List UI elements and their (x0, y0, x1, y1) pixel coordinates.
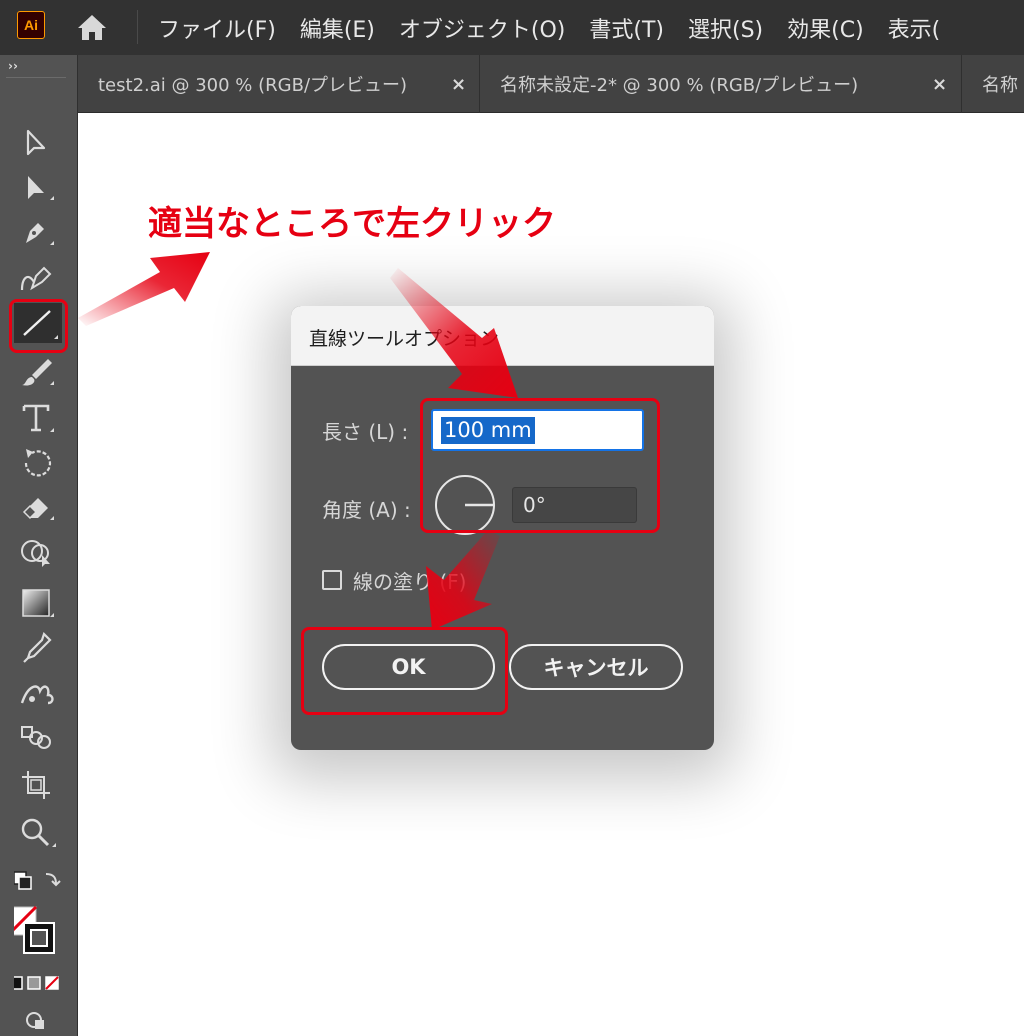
menu-items: ファイル(F) 編集(E) オブジェクト(O) 書式(T) 選択(S) 効果(C… (158, 0, 964, 55)
selection-tool-icon[interactable] (14, 123, 62, 163)
line-tool-highlight (9, 299, 68, 353)
gradient-tool-icon[interactable] (14, 583, 62, 623)
ok-button-highlight (301, 627, 508, 715)
menu-bar: Ai ファイル(F) 編集(E) オブジェクト(O) 書式(T) 選択(S) 効… (0, 0, 1024, 55)
home-icon[interactable] (76, 12, 108, 42)
tab-label: 名称未設定-2* @ 300 % (RGB/プレビュー) (500, 75, 859, 96)
draw-mode-icon[interactable] (14, 1007, 62, 1033)
eyedropper-tool-icon[interactable] (14, 628, 62, 668)
type-tool-icon[interactable] (14, 398, 62, 438)
menu-divider (137, 10, 138, 44)
color-mode-icons[interactable] (14, 973, 62, 995)
rotate-tool-icon[interactable] (14, 443, 62, 483)
angle-label: 角度 (A) : (322, 498, 411, 522)
dialog-title: 直線ツールオプション (309, 328, 500, 350)
menu-edit[interactable]: 編集(E) (300, 12, 375, 44)
menu-select[interactable]: 選択(S) (688, 12, 763, 44)
paintbrush-tool-icon[interactable] (14, 353, 62, 393)
collapse-panel-icon[interactable]: ›› (8, 59, 18, 73)
tab-untitled-2[interactable]: 名称未設定-2* @ 300 % (RGB/プレビュー) × (480, 55, 962, 113)
eraser-tool-icon[interactable] (14, 488, 62, 528)
panel-divider (6, 77, 66, 78)
tab-label: test2.ai @ 300 % (RGB/プレビュー) (98, 75, 408, 96)
fill-stroke-swatch-icon[interactable] (14, 903, 62, 965)
fill-line-checkbox[interactable] (322, 570, 342, 590)
zoom-tool-icon[interactable] (14, 813, 62, 853)
curvature-tool-icon[interactable] (14, 258, 62, 298)
menu-effect[interactable]: 効果(C) (787, 12, 864, 44)
tab-label: 名称 (982, 75, 1018, 96)
tools-panel: ›› (0, 55, 78, 1036)
pen-tool-icon[interactable] (14, 213, 62, 253)
blend-tool-icon[interactable] (14, 718, 62, 758)
annotation-instruction: 適当なところで左クリック (148, 204, 556, 244)
menu-object[interactable]: オブジェクト(O) (399, 12, 565, 44)
cancel-button[interactable]: キャンセル (509, 644, 683, 690)
menu-type[interactable]: 書式(T) (589, 12, 664, 44)
menu-view[interactable]: 表示( (888, 12, 941, 44)
fields-highlight (420, 398, 660, 533)
default-fill-stroke-icon[interactable] (14, 868, 62, 908)
artboard-tool-icon[interactable] (14, 765, 62, 805)
tab-test2[interactable]: test2.ai @ 300 % (RGB/プレビュー) × (78, 55, 480, 113)
menu-file[interactable]: ファイル(F) (158, 12, 276, 44)
document-tab-bar: test2.ai @ 300 % (RGB/プレビュー) × 名称未設定-2* … (78, 55, 1024, 113)
direct-selection-tool-icon[interactable] (14, 168, 62, 208)
fill-line-label[interactable]: 線の塗り (F) (353, 566, 466, 595)
tab-untitled-3[interactable]: 名称 (962, 55, 1024, 113)
symbol-sprayer-tool-icon[interactable] (14, 673, 62, 713)
close-icon[interactable]: × (451, 74, 466, 95)
length-label: 長さ (L) : (322, 420, 409, 444)
shape-builder-tool-icon[interactable] (14, 533, 62, 573)
app-logo: Ai (17, 11, 45, 39)
close-icon[interactable]: × (932, 74, 947, 95)
dialog-titlebar: 直線ツールオプション (291, 306, 714, 366)
